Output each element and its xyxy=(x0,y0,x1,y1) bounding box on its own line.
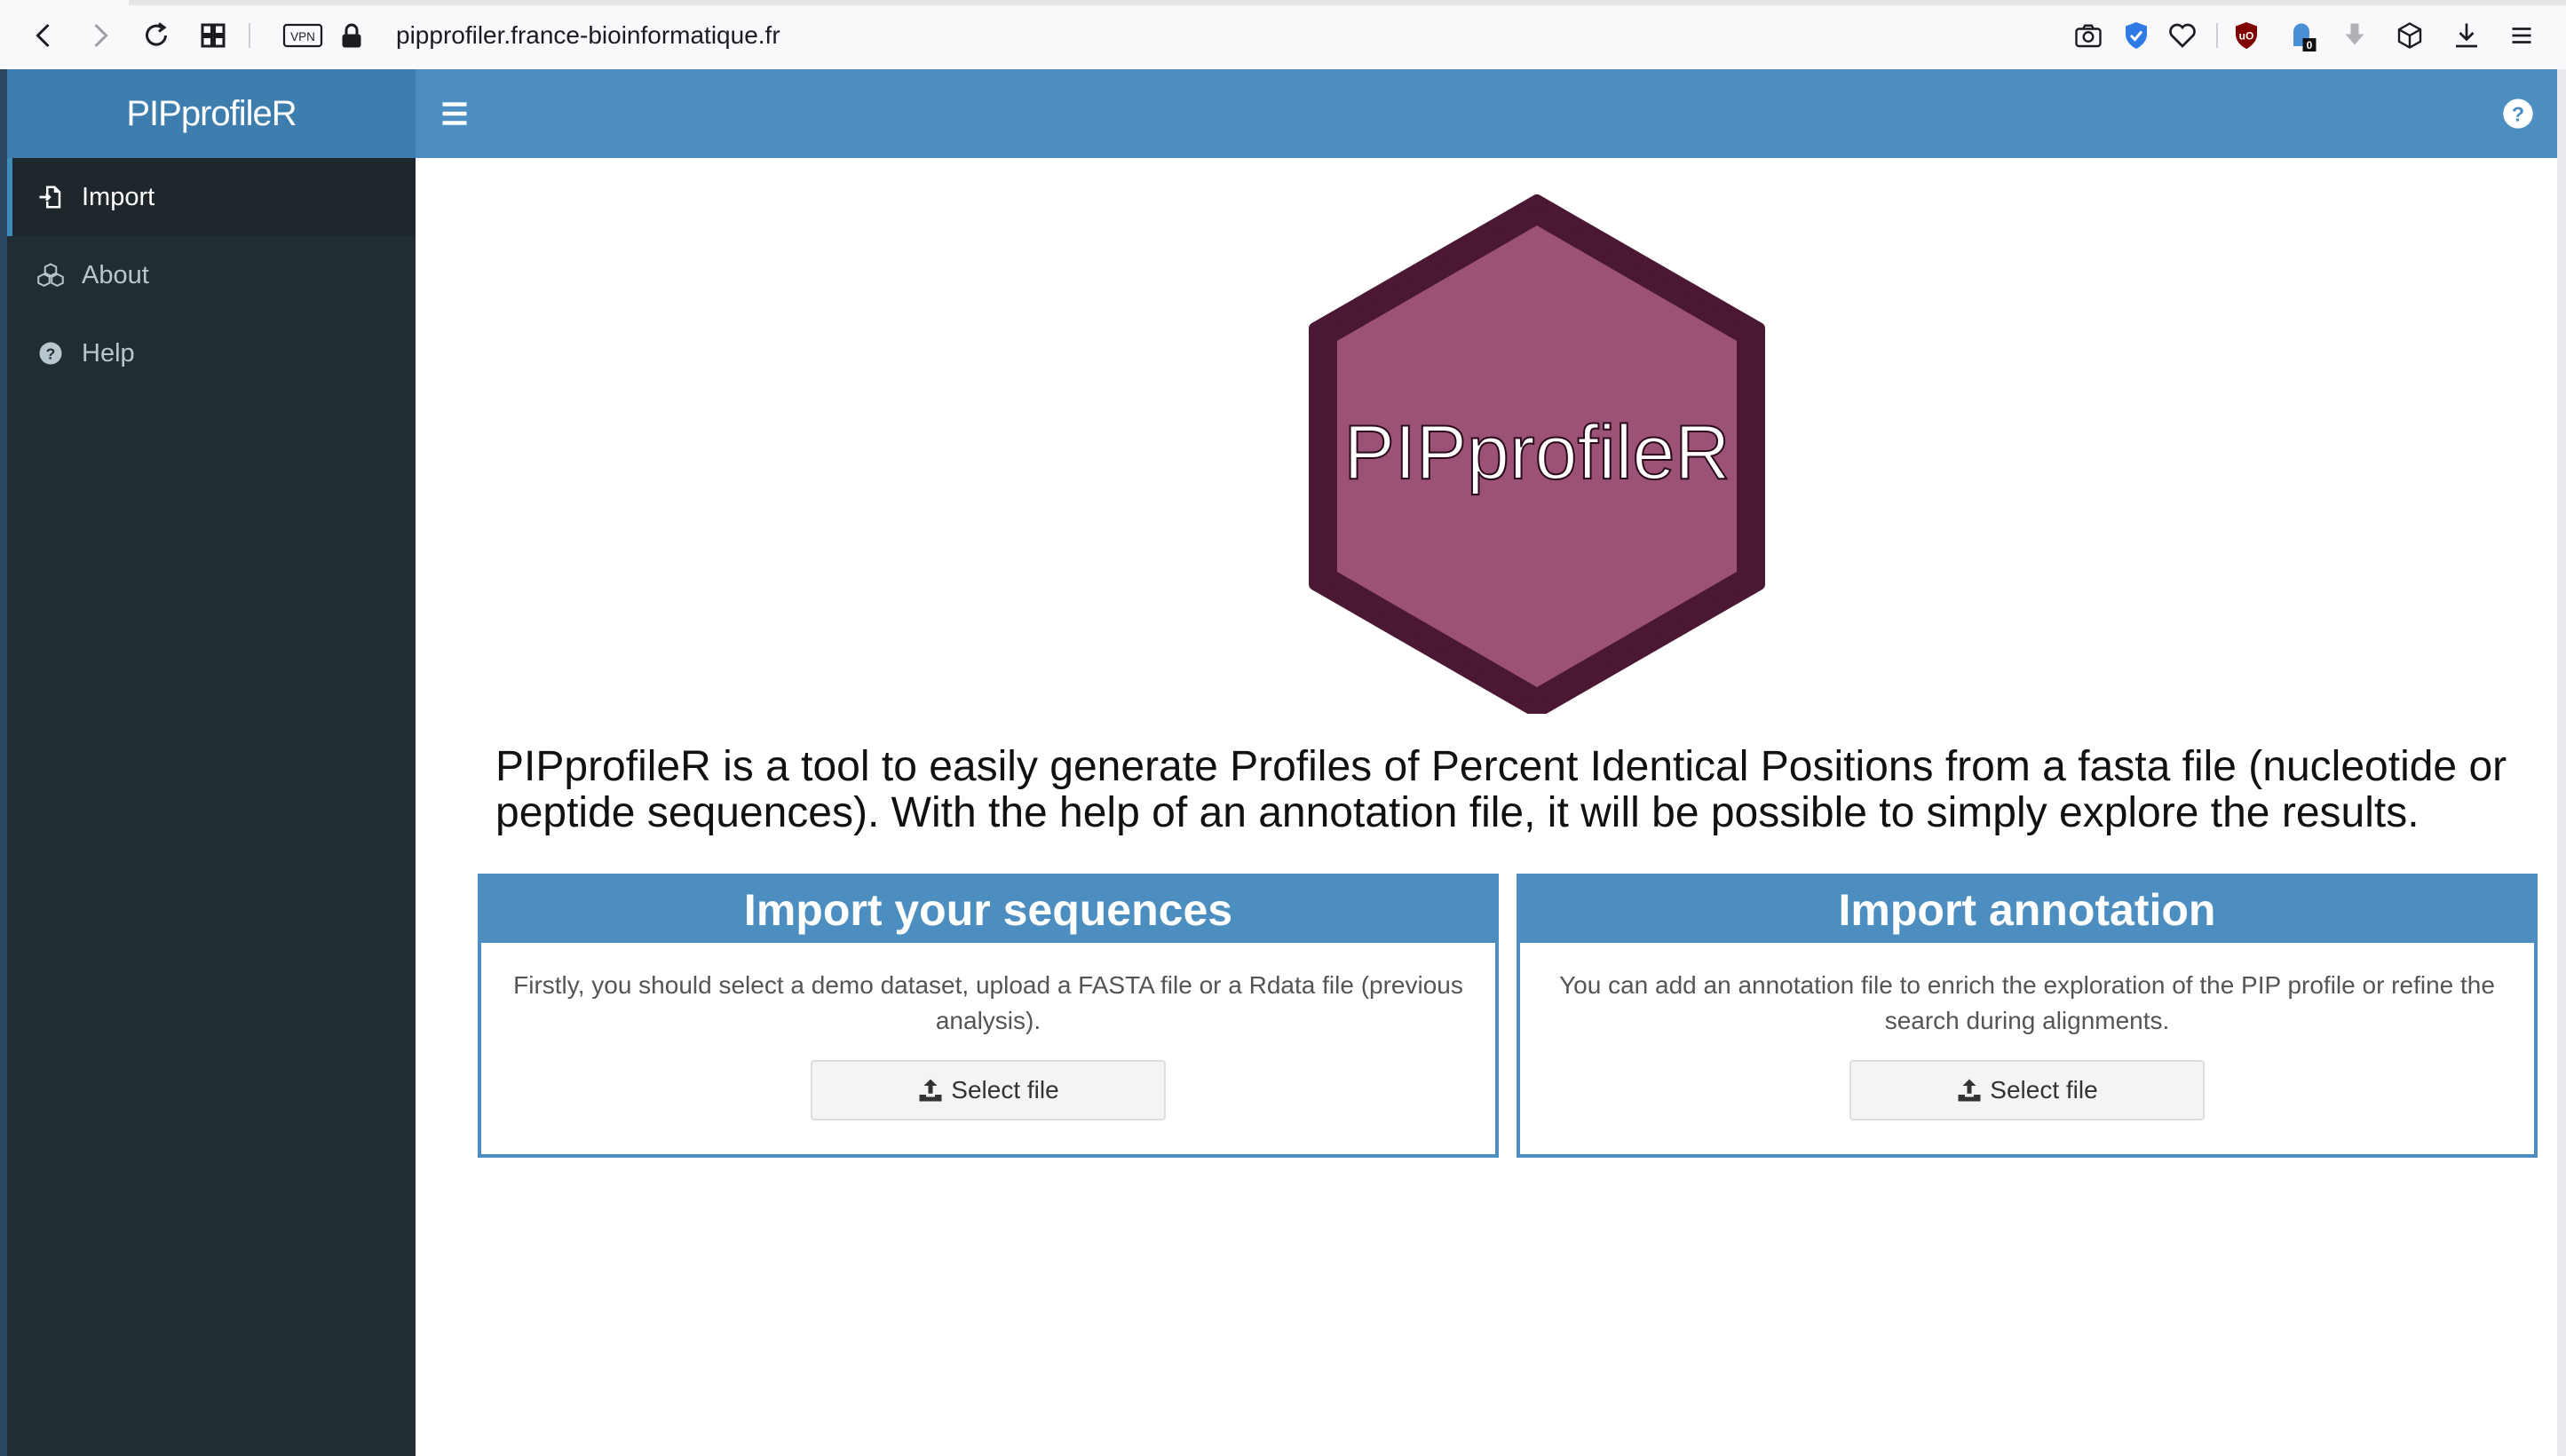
menu-icon[interactable] xyxy=(2502,16,2541,55)
import-sequences-box: Import your sequences Firstly, you shoul… xyxy=(478,874,1499,1158)
forward-icon[interactable] xyxy=(80,16,119,55)
upload-icon xyxy=(919,1079,942,1102)
upload-icon xyxy=(1958,1079,1981,1102)
select-annotation-file-button[interactable]: Select file xyxy=(1849,1060,2205,1120)
select-sequences-file-button[interactable]: Select file xyxy=(811,1060,1166,1120)
cubes-icon xyxy=(37,262,64,289)
shield-check-icon[interactable] xyxy=(2117,16,2156,55)
svg-text:?: ? xyxy=(2512,102,2524,125)
sidebar-item-label: Help xyxy=(82,338,135,368)
sidebar-item-import[interactable]: Import xyxy=(7,158,416,236)
reload-icon[interactable] xyxy=(137,16,176,55)
download-arrow-extension-icon[interactable] xyxy=(2335,16,2374,55)
window-edge xyxy=(0,69,7,1456)
sidebar-item-label: Import xyxy=(82,182,155,211)
box-text: Firstly, you should select a demo datase… xyxy=(513,971,1463,1034)
hamburger-menu-icon[interactable] xyxy=(439,98,471,130)
app-description: PIPprofileR is a tool to easily generate… xyxy=(495,743,2507,836)
button-label: Select file xyxy=(1990,1076,2098,1104)
button-label: Select file xyxy=(951,1076,1059,1104)
vpn-icon[interactable]: VPN xyxy=(281,16,325,55)
help-question-icon[interactable]: ? xyxy=(2500,96,2536,131)
sidebar: Import About ? Help xyxy=(7,158,416,1456)
extension-badge: 0 xyxy=(2307,39,2313,51)
box-title: Import your sequences xyxy=(481,877,1495,943)
svg-text:uO: uO xyxy=(2239,30,2254,43)
toolbar-separator xyxy=(249,23,250,48)
import-annotation-box: Import annotation You can add an annotat… xyxy=(1517,874,2538,1158)
screenshot-icon[interactable] xyxy=(2069,16,2108,55)
question-circle-icon: ? xyxy=(37,340,64,367)
app-brand[interactable]: PIPprofileR xyxy=(7,69,416,158)
sidebar-item-label: About xyxy=(82,260,149,289)
heart-icon[interactable] xyxy=(2163,16,2202,55)
cube-icon[interactable] xyxy=(2390,16,2429,55)
browser-toolbar: VPN pipprofiler.france-bioinformatique.f… xyxy=(0,0,2566,69)
box-title: Import annotation xyxy=(1520,877,2534,943)
main-content: PIPprofileR PIPprofileR is a tool to eas… xyxy=(416,158,2557,1456)
sidebar-item-help[interactable]: ? Help xyxy=(7,314,416,392)
tab-strip-line xyxy=(129,0,2566,5)
lock-icon[interactable] xyxy=(332,16,371,55)
box-text: You can add an annotation file to enrich… xyxy=(1559,971,2495,1034)
sidebar-item-about[interactable]: About xyxy=(7,236,416,314)
svg-text:?: ? xyxy=(46,344,56,362)
file-import-icon xyxy=(37,184,64,210)
pipprofiler-hex-logo: PIPprofileR xyxy=(1309,194,1765,714)
scrollbar-track[interactable] xyxy=(2557,69,2566,1456)
tab-grid-icon[interactable] xyxy=(194,16,233,55)
address-bar-url[interactable]: pipprofiler.france-bioinformatique.fr xyxy=(396,16,780,55)
privacy-extension-icon[interactable]: 0 xyxy=(2282,16,2321,55)
downloads-icon[interactable] xyxy=(2447,16,2486,55)
app-header: ? xyxy=(416,69,2557,158)
ublock-icon[interactable]: uO xyxy=(2227,16,2266,55)
toolbar-separator xyxy=(2216,23,2218,48)
logo-text: PIPprofileR xyxy=(1344,410,1730,495)
back-icon[interactable] xyxy=(25,16,64,55)
vpn-label: VPN xyxy=(290,30,315,44)
